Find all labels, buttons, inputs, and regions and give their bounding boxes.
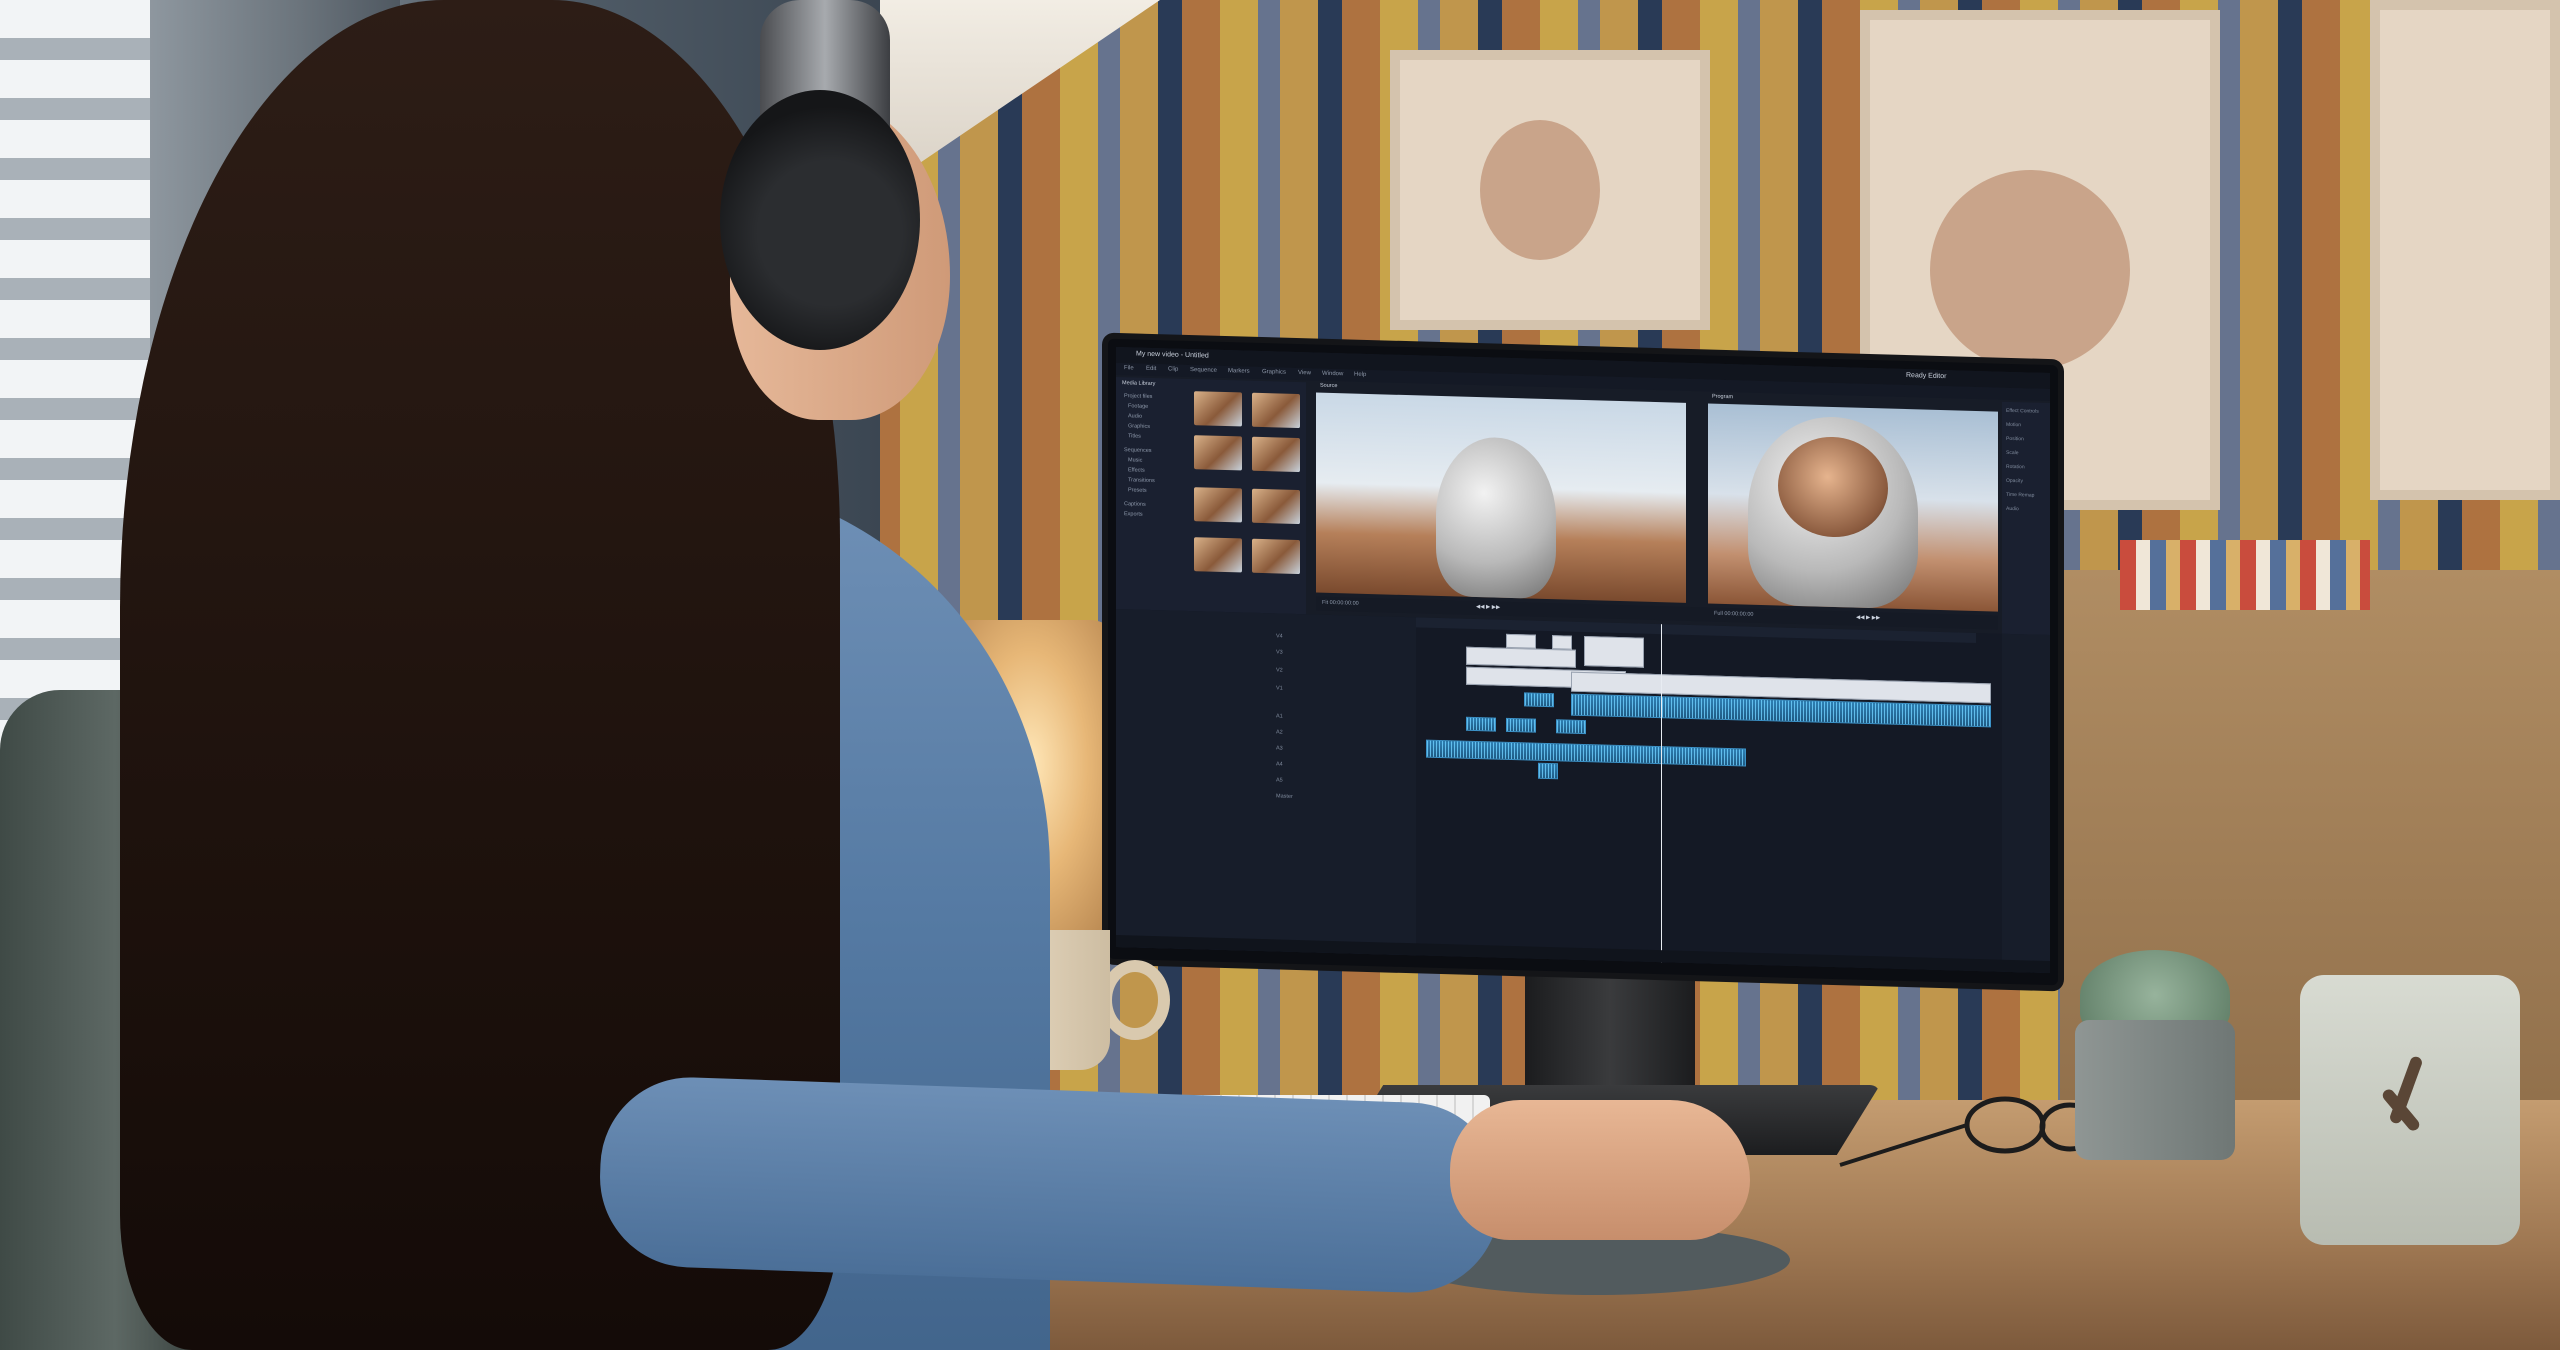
play-button[interactable]: ◀◀ ▶ ▶▶ (1476, 604, 1500, 611)
track-label[interactable]: V4 (1276, 633, 1283, 639)
wall-art-frame-3 (2370, 0, 2560, 500)
wall-art-shape (1930, 170, 2130, 370)
media-browser-header: Media Library (1122, 380, 1156, 388)
media-thumbnail[interactable] (1252, 538, 1300, 575)
inspector-row[interactable]: Audio (2006, 506, 2019, 512)
audio-clip[interactable] (1506, 717, 1536, 733)
track-label[interactable]: V1 (1276, 685, 1283, 691)
program-monitor[interactable]: Program (1708, 394, 1998, 612)
browser-item[interactable]: Music (1128, 457, 1142, 463)
inspector-row[interactable]: Time Remap (2006, 492, 2034, 499)
browser-item[interactable]: Graphics (1128, 423, 1150, 430)
track-label[interactable]: A2 (1276, 729, 1283, 735)
eyeglasses (1839, 1096, 2090, 1167)
media-thumbnail[interactable] (1252, 488, 1300, 525)
browser-item[interactable]: Titles (1128, 433, 1141, 439)
media-thumbnail[interactable] (1252, 392, 1300, 429)
track-headers (1116, 608, 1416, 956)
track-label[interactable]: A1 (1276, 713, 1283, 719)
inspector-row[interactable]: Effect Controls (2006, 408, 2039, 415)
browser-item[interactable]: Project files (1124, 393, 1152, 400)
inspector-row[interactable]: Position (2006, 436, 2024, 442)
audio-clip[interactable] (1466, 716, 1496, 732)
inspector-row[interactable]: Rotation (2006, 464, 2025, 471)
stacked-books (2120, 540, 2370, 610)
menu-edit[interactable]: Edit (1146, 366, 1156, 372)
audio-clip[interactable] (1538, 762, 1558, 780)
thumbnail-grid (1194, 391, 1304, 624)
track-label[interactable]: A4 (1276, 761, 1283, 767)
audio-clip[interactable] (1524, 692, 1554, 708)
menu-markers[interactable]: Markers (1228, 368, 1250, 375)
media-thumbnail[interactable] (1194, 537, 1242, 573)
browser-item[interactable]: Exports (1124, 511, 1143, 518)
wall-art-shape (1480, 120, 1600, 260)
plant-pot (2075, 1020, 2235, 1160)
astronaut-figure (1436, 435, 1556, 600)
browser-item[interactable]: Sequences (1124, 447, 1152, 454)
track-label[interactable]: A3 (1276, 745, 1283, 751)
mug-handle (1100, 960, 1170, 1040)
playhead[interactable] (1661, 624, 1662, 963)
track-label[interactable]: A5 (1276, 777, 1283, 783)
window-controls-label[interactable]: Ready Editor (1906, 372, 1946, 380)
video-editor-app: My new video - Untitled Ready Editor Fil… (1116, 346, 2050, 974)
menu-graphics[interactable]: Graphics (1262, 369, 1286, 376)
video-clip[interactable] (1584, 636, 1644, 668)
browser-item[interactable]: Presets (1128, 487, 1147, 494)
track-label[interactable]: V3 (1276, 649, 1283, 655)
audio-meters (2002, 633, 2050, 974)
video-clip[interactable] (1466, 646, 1576, 668)
media-thumbnail[interactable] (1252, 436, 1300, 473)
browser-item[interactable]: Captions (1124, 501, 1146, 508)
media-thumbnail[interactable] (1194, 435, 1242, 471)
track-label[interactable]: V2 (1276, 667, 1283, 673)
menu-file[interactable]: File (1124, 365, 1134, 371)
audio-clip[interactable] (1556, 719, 1586, 735)
inspector-row[interactable]: Opacity (2006, 478, 2023, 484)
browser-item[interactable]: Audio (1128, 413, 1142, 419)
monitor: My new video - Untitled Ready Editor Fil… (1108, 338, 2058, 986)
media-thumbnail[interactable] (1194, 487, 1242, 523)
menu-help[interactable]: Help (1354, 372, 1366, 378)
source-monitor-label: Source (1320, 382, 1338, 390)
media-thumbnail[interactable] (1194, 391, 1242, 427)
menu-clip[interactable]: Clip (1168, 366, 1178, 372)
video-clip[interactable] (1552, 635, 1572, 650)
video-clip[interactable] (1506, 633, 1536, 649)
headphones-icon (720, 90, 920, 350)
wall-art-frame-1 (1390, 50, 1710, 330)
menu-view[interactable]: View (1298, 370, 1311, 376)
hand-on-mouse (1450, 1100, 1750, 1240)
source-timecode: Fit 00:00:00:00 (1322, 599, 1359, 607)
browser-item[interactable]: Effects (1128, 467, 1145, 473)
inspector-row[interactable]: Motion (2006, 422, 2021, 428)
menu-sequence[interactable]: Sequence (1190, 367, 1217, 374)
inspector-row[interactable]: Scale (2006, 450, 2019, 456)
menu-window[interactable]: Window (1322, 371, 1343, 378)
browser-item[interactable]: Footage (1128, 403, 1148, 410)
program-play-button[interactable]: ◀◀ ▶ ▶▶ (1856, 615, 1880, 622)
program-monitor-label: Program (1712, 393, 1734, 401)
desk-clock (2300, 975, 2520, 1245)
source-monitor[interactable]: Source (1316, 383, 1686, 603)
arm (596, 1074, 1504, 1296)
track-label[interactable]: Master (1276, 793, 1293, 799)
browser-item[interactable]: Transitions (1128, 477, 1155, 484)
program-timecode: Full 00:00:00:00 (1714, 610, 1754, 618)
